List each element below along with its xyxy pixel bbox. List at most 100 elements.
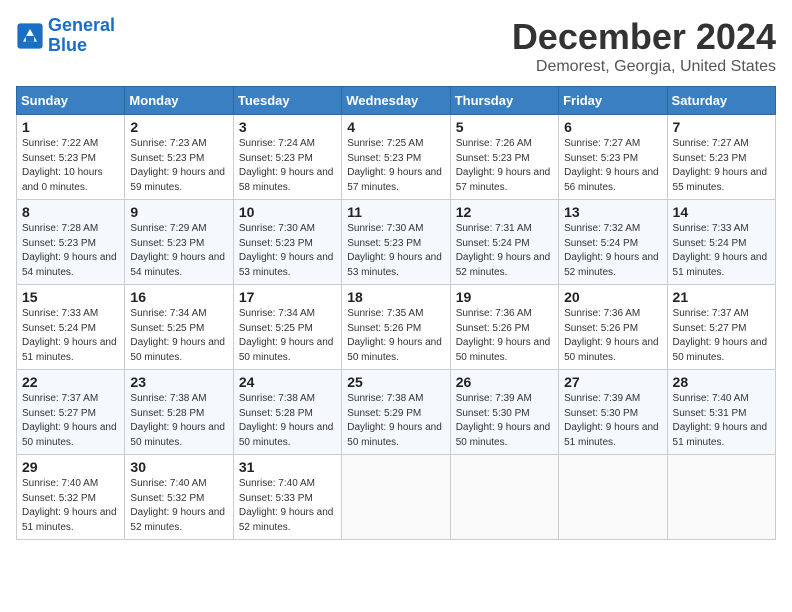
calendar-day-cell — [667, 455, 775, 540]
calendar-week-row: 22 Sunrise: 7:37 AMSunset: 5:27 PMDaylig… — [17, 370, 776, 455]
calendar-table: SundayMondayTuesdayWednesdayThursdayFrid… — [16, 86, 776, 540]
calendar-day-cell: 15 Sunrise: 7:33 AMSunset: 5:24 PMDaylig… — [17, 285, 125, 370]
calendar-day-cell: 13 Sunrise: 7:32 AMSunset: 5:24 PMDaylig… — [559, 200, 667, 285]
day-number: 5 — [456, 119, 553, 135]
calendar-day-cell: 12 Sunrise: 7:31 AMSunset: 5:24 PMDaylig… — [450, 200, 558, 285]
day-number: 12 — [456, 204, 553, 220]
calendar-header-row: SundayMondayTuesdayWednesdayThursdayFrid… — [17, 87, 776, 115]
calendar-header-cell: Monday — [125, 87, 233, 115]
day-info: Sunrise: 7:34 AMSunset: 5:25 PMDaylight:… — [239, 308, 334, 363]
calendar-day-cell: 24 Sunrise: 7:38 AMSunset: 5:28 PMDaylig… — [233, 370, 341, 455]
calendar-day-cell: 21 Sunrise: 7:37 AMSunset: 5:27 PMDaylig… — [667, 285, 775, 370]
day-info: Sunrise: 7:34 AMSunset: 5:25 PMDaylight:… — [130, 308, 225, 363]
day-info: Sunrise: 7:24 AMSunset: 5:23 PMDaylight:… — [239, 138, 334, 193]
day-info: Sunrise: 7:40 AMSunset: 5:32 PMDaylight:… — [22, 478, 117, 533]
day-info: Sunrise: 7:36 AMSunset: 5:26 PMDaylight:… — [564, 308, 659, 363]
calendar-day-cell: 19 Sunrise: 7:36 AMSunset: 5:26 PMDaylig… — [450, 285, 558, 370]
calendar-day-cell: 1 Sunrise: 7:22 AMSunset: 5:23 PMDayligh… — [17, 115, 125, 200]
day-number: 6 — [564, 119, 661, 135]
calendar-day-cell: 29 Sunrise: 7:40 AMSunset: 5:32 PMDaylig… — [17, 455, 125, 540]
day-number: 26 — [456, 374, 553, 390]
day-info: Sunrise: 7:26 AMSunset: 5:23 PMDaylight:… — [456, 138, 551, 193]
calendar-day-cell: 8 Sunrise: 7:28 AMSunset: 5:23 PMDayligh… — [17, 200, 125, 285]
calendar-header-cell: Friday — [559, 87, 667, 115]
calendar-header-cell: Saturday — [667, 87, 775, 115]
day-number: 15 — [22, 289, 119, 305]
day-number: 10 — [239, 204, 336, 220]
day-number: 18 — [347, 289, 444, 305]
day-info: Sunrise: 7:27 AMSunset: 5:23 PMDaylight:… — [673, 138, 768, 193]
calendar-week-row: 15 Sunrise: 7:33 AMSunset: 5:24 PMDaylig… — [17, 285, 776, 370]
calendar-day-cell: 6 Sunrise: 7:27 AMSunset: 5:23 PMDayligh… — [559, 115, 667, 200]
day-info: Sunrise: 7:40 AMSunset: 5:33 PMDaylight:… — [239, 478, 334, 533]
title-area: December 2024 Demorest, Georgia, United … — [512, 16, 776, 76]
calendar-day-cell — [450, 455, 558, 540]
calendar-day-cell: 2 Sunrise: 7:23 AMSunset: 5:23 PMDayligh… — [125, 115, 233, 200]
calendar-day-cell: 17 Sunrise: 7:34 AMSunset: 5:25 PMDaylig… — [233, 285, 341, 370]
calendar-day-cell: 25 Sunrise: 7:38 AMSunset: 5:29 PMDaylig… — [342, 370, 450, 455]
calendar-week-row: 8 Sunrise: 7:28 AMSunset: 5:23 PMDayligh… — [17, 200, 776, 285]
day-number: 2 — [130, 119, 227, 135]
day-number: 17 — [239, 289, 336, 305]
day-info: Sunrise: 7:40 AMSunset: 5:32 PMDaylight:… — [130, 478, 225, 533]
day-info: Sunrise: 7:29 AMSunset: 5:23 PMDaylight:… — [130, 223, 225, 278]
logo-text: General Blue — [48, 16, 115, 56]
logo-icon — [16, 22, 44, 50]
calendar-week-row: 1 Sunrise: 7:22 AMSunset: 5:23 PMDayligh… — [17, 115, 776, 200]
day-number: 13 — [564, 204, 661, 220]
day-number: 4 — [347, 119, 444, 135]
calendar-header-cell: Sunday — [17, 87, 125, 115]
calendar-header-cell: Wednesday — [342, 87, 450, 115]
day-info: Sunrise: 7:25 AMSunset: 5:23 PMDaylight:… — [347, 138, 442, 193]
calendar-day-cell: 26 Sunrise: 7:39 AMSunset: 5:30 PMDaylig… — [450, 370, 558, 455]
day-number: 14 — [673, 204, 770, 220]
calendar-day-cell — [559, 455, 667, 540]
day-number: 16 — [130, 289, 227, 305]
calendar-day-cell — [342, 455, 450, 540]
calendar-day-cell: 7 Sunrise: 7:27 AMSunset: 5:23 PMDayligh… — [667, 115, 775, 200]
day-info: Sunrise: 7:40 AMSunset: 5:31 PMDaylight:… — [673, 393, 768, 448]
day-info: Sunrise: 7:37 AMSunset: 5:27 PMDaylight:… — [673, 308, 768, 363]
day-number: 28 — [673, 374, 770, 390]
logo-line1: General — [48, 15, 115, 35]
calendar-day-cell: 14 Sunrise: 7:33 AMSunset: 5:24 PMDaylig… — [667, 200, 775, 285]
day-number: 1 — [22, 119, 119, 135]
day-info: Sunrise: 7:38 AMSunset: 5:29 PMDaylight:… — [347, 393, 442, 448]
logo: General Blue — [16, 16, 115, 56]
calendar-day-cell: 20 Sunrise: 7:36 AMSunset: 5:26 PMDaylig… — [559, 285, 667, 370]
calendar-header-cell: Tuesday — [233, 87, 341, 115]
day-number: 20 — [564, 289, 661, 305]
day-info: Sunrise: 7:33 AMSunset: 5:24 PMDaylight:… — [673, 223, 768, 278]
day-number: 8 — [22, 204, 119, 220]
calendar-day-cell: 23 Sunrise: 7:38 AMSunset: 5:28 PMDaylig… — [125, 370, 233, 455]
day-info: Sunrise: 7:22 AMSunset: 5:23 PMDaylight:… — [22, 138, 103, 193]
day-info: Sunrise: 7:32 AMSunset: 5:24 PMDaylight:… — [564, 223, 659, 278]
day-number: 7 — [673, 119, 770, 135]
day-info: Sunrise: 7:38 AMSunset: 5:28 PMDaylight:… — [130, 393, 225, 448]
calendar-day-cell: 27 Sunrise: 7:39 AMSunset: 5:30 PMDaylig… — [559, 370, 667, 455]
calendar-day-cell: 3 Sunrise: 7:24 AMSunset: 5:23 PMDayligh… — [233, 115, 341, 200]
header: General Blue December 2024 Demorest, Geo… — [16, 16, 776, 76]
day-info: Sunrise: 7:28 AMSunset: 5:23 PMDaylight:… — [22, 223, 117, 278]
day-info: Sunrise: 7:33 AMSunset: 5:24 PMDaylight:… — [22, 308, 117, 363]
day-info: Sunrise: 7:37 AMSunset: 5:27 PMDaylight:… — [22, 393, 117, 448]
day-number: 3 — [239, 119, 336, 135]
day-number: 30 — [130, 459, 227, 475]
day-info: Sunrise: 7:23 AMSunset: 5:23 PMDaylight:… — [130, 138, 225, 193]
day-number: 29 — [22, 459, 119, 475]
calendar-day-cell: 11 Sunrise: 7:30 AMSunset: 5:23 PMDaylig… — [342, 200, 450, 285]
day-info: Sunrise: 7:38 AMSunset: 5:28 PMDaylight:… — [239, 393, 334, 448]
calendar-week-row: 29 Sunrise: 7:40 AMSunset: 5:32 PMDaylig… — [17, 455, 776, 540]
day-info: Sunrise: 7:39 AMSunset: 5:30 PMDaylight:… — [456, 393, 551, 448]
day-number: 25 — [347, 374, 444, 390]
day-number: 27 — [564, 374, 661, 390]
day-info: Sunrise: 7:27 AMSunset: 5:23 PMDaylight:… — [564, 138, 659, 193]
calendar-day-cell: 22 Sunrise: 7:37 AMSunset: 5:27 PMDaylig… — [17, 370, 125, 455]
calendar-day-cell: 5 Sunrise: 7:26 AMSunset: 5:23 PMDayligh… — [450, 115, 558, 200]
day-info: Sunrise: 7:31 AMSunset: 5:24 PMDaylight:… — [456, 223, 551, 278]
calendar-header-cell: Thursday — [450, 87, 558, 115]
day-info: Sunrise: 7:39 AMSunset: 5:30 PMDaylight:… — [564, 393, 659, 448]
day-number: 11 — [347, 204, 444, 220]
day-number: 31 — [239, 459, 336, 475]
day-number: 23 — [130, 374, 227, 390]
